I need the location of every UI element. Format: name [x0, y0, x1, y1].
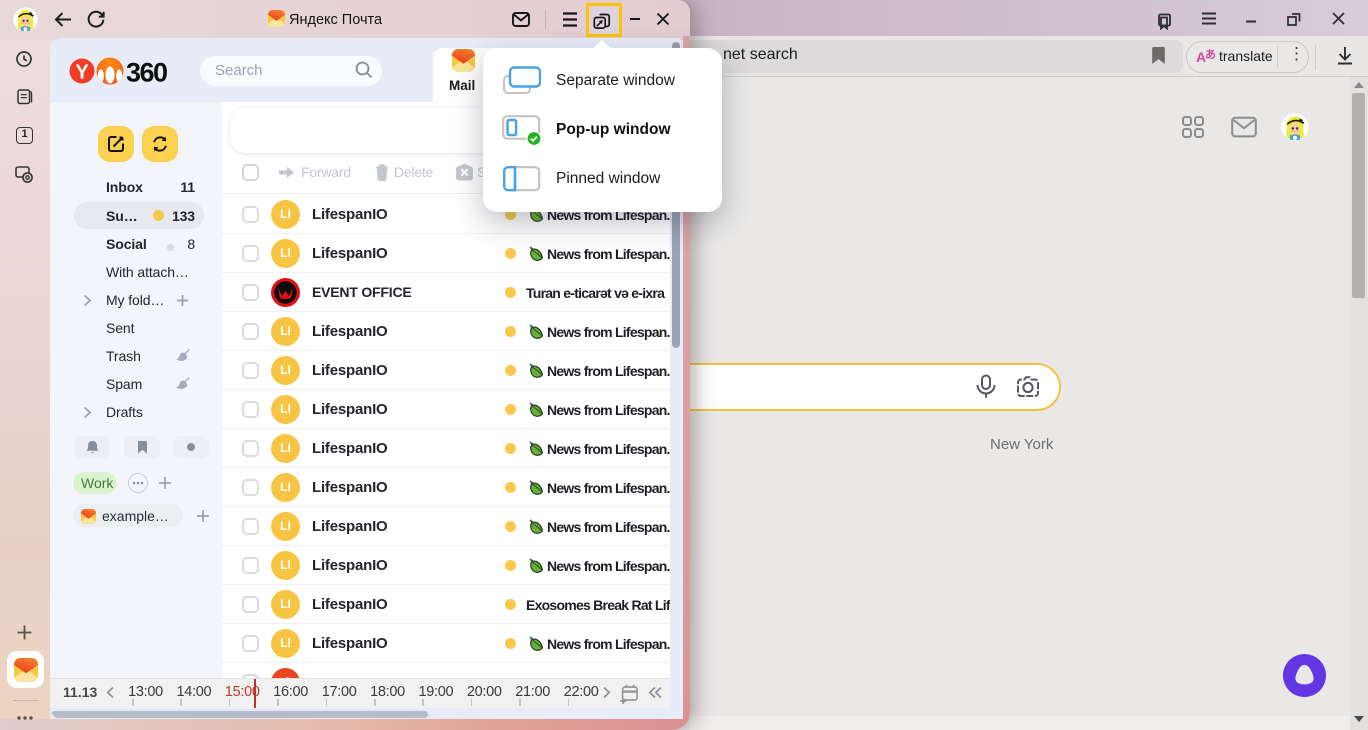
svg-text:360: 360 [126, 58, 167, 88]
svg-text:あ: あ [1205, 48, 1216, 61]
svg-text:Y: Y [75, 62, 89, 84]
